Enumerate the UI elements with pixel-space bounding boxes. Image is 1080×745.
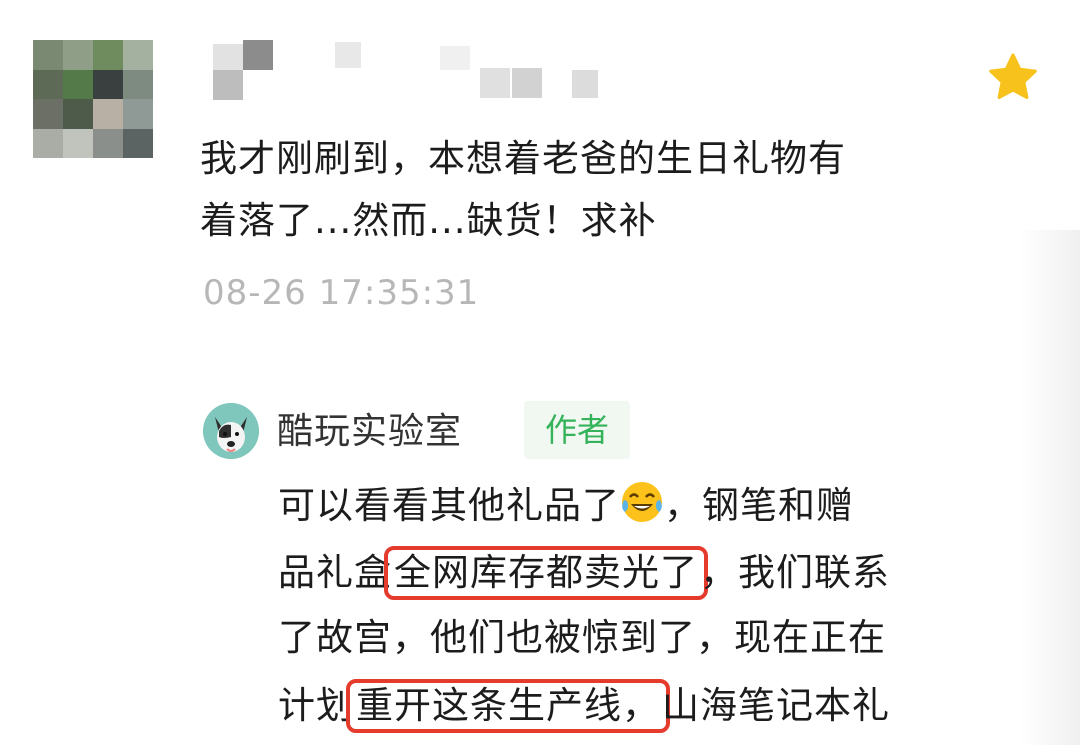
reply-text: ，钢笔和赠: [664, 484, 854, 527]
comment-line: 着落了...然而...缺货！求补: [200, 199, 657, 242]
edge-shadow: [1020, 230, 1080, 745]
reply-author-name[interactable]: 酷玩实验室: [277, 402, 462, 454]
avatar-mosaic-cell: [123, 128, 153, 158]
reply-text: 品礼盒: [278, 551, 392, 594]
avatar-mosaic-cell: [63, 40, 93, 70]
avatar-mosaic-cell: [93, 40, 123, 70]
avatar-mosaic-cell: [93, 69, 123, 99]
star-icon[interactable]: [984, 50, 1042, 106]
dog-avatar-icon[interactable]: [203, 403, 259, 459]
comment-text: 我才刚刷到，本想着老爸的生日礼物有 着落了...然而...缺货！求补: [200, 128, 940, 252]
comment-timestamp: 08-26 17:35:31: [203, 273, 480, 313]
avatar-mosaic-cell: [123, 99, 153, 129]
avatar-mosaic-cell: [63, 128, 93, 158]
avatar-mosaic-cell: [123, 40, 153, 70]
reply-line-2: 品礼盒全网库存都卖光了，我们联系: [278, 543, 890, 603]
highlight-box: 重开这条生产线，: [346, 679, 670, 733]
avatar-mosaic-cell: [33, 99, 63, 129]
reply-line-1: 可以看看其他礼品了 ，钢笔和赠: [278, 476, 854, 536]
avatar-mosaic-cell: [63, 99, 93, 129]
avatar-mosaic-cell: [33, 69, 63, 99]
avatar-mosaic-cell: [33, 128, 63, 158]
avatar-mosaic-cell: [33, 40, 63, 70]
reply-text: ，我们联系: [700, 551, 890, 594]
avatar-mosaic-cell: [63, 69, 93, 99]
reply-line-4: 计划重开这条生产线，山海笔记本礼: [278, 676, 890, 736]
comment-line: 我才刚刷到，本想着老爸的生日礼物有: [200, 137, 846, 180]
commenter-avatar[interactable]: [33, 40, 153, 158]
reply-text: 计划: [278, 684, 354, 727]
avatar-mosaic-cell: [93, 128, 123, 158]
reply-text: 可以看看其他礼品了: [278, 484, 620, 527]
reply-text: 山海笔记本礼: [662, 684, 890, 727]
avatar-mosaic-cell: [93, 99, 123, 129]
author-badge: 作者: [524, 401, 630, 459]
laughing-crying-emoji: [620, 480, 664, 524]
reply-line-3: 了故宫，他们也被惊到了，现在正在: [278, 616, 886, 659]
avatar-mosaic-cell: [123, 69, 153, 99]
highlight-box: 全网库存都卖光了: [384, 546, 708, 600]
